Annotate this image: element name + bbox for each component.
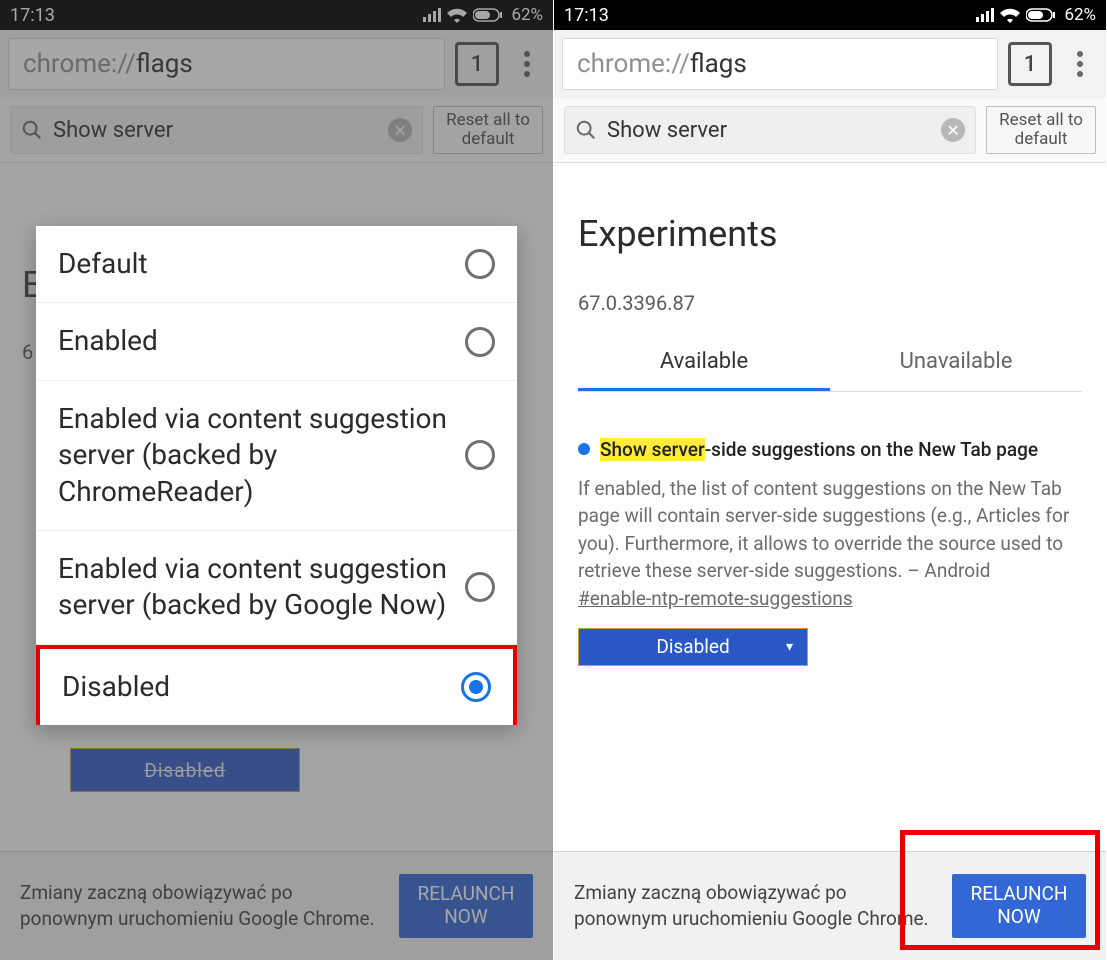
radio-icon bbox=[465, 327, 495, 357]
option-enabled[interactable]: Enabled bbox=[36, 303, 517, 380]
tab-switcher-button[interactable]: 1 bbox=[1008, 42, 1052, 86]
option-disabled[interactable]: Disabled bbox=[36, 645, 517, 725]
flags-search-row: Show server ✕ Reset all todefault bbox=[554, 98, 1106, 163]
right-screenshot: 17:13 62% chrome://flags 1 Show server ✕ bbox=[553, 0, 1106, 960]
flag-hash-link[interactable]: #enable-ntp-remote-suggestions bbox=[578, 587, 1082, 610]
wifi-icon bbox=[1000, 8, 1020, 23]
battery-icon bbox=[1026, 8, 1056, 22]
relaunch-bar: Zmiany zaczną obowiązywać po ponownym ur… bbox=[554, 851, 1106, 960]
modified-dot-icon bbox=[578, 443, 590, 455]
relaunch-text: Zmiany zaczną obowiązywać po ponownym ur… bbox=[574, 880, 942, 931]
flags-content: Experiments 67.0.3396.87 Available Unava… bbox=[554, 163, 1106, 863]
relaunch-button[interactable]: RELAUNCH NOW bbox=[952, 874, 1086, 938]
option-enabled-googlenow[interactable]: Enabled via content suggestion server (b… bbox=[36, 531, 517, 645]
radio-icon bbox=[465, 572, 495, 602]
battery-pct: 62% bbox=[1064, 5, 1096, 25]
flag-item: Show server-side suggestions on the New … bbox=[578, 436, 1082, 666]
reset-all-button[interactable]: Reset all todefault bbox=[986, 106, 1096, 154]
more-menu-button[interactable] bbox=[1062, 51, 1098, 77]
page-title: Experiments bbox=[578, 213, 1082, 255]
flag-description: If enabled, the list of content suggesti… bbox=[578, 475, 1082, 585]
tabs: Available Unavailable bbox=[578, 335, 1082, 392]
flag-dropdown-value: Disabled bbox=[656, 635, 729, 658]
tab-available[interactable]: Available bbox=[578, 335, 830, 391]
search-input[interactable]: Show server ✕ bbox=[564, 106, 976, 154]
url-scheme: chrome:// bbox=[577, 49, 690, 79]
search-query: Show server bbox=[607, 118, 931, 143]
flag-title-highlight: Show server bbox=[600, 438, 705, 461]
option-default[interactable]: Default bbox=[36, 226, 517, 303]
flag-title-rest: -side suggestions on the New Tab page bbox=[705, 438, 1038, 461]
option-dialog: Default Enabled Enabled via content sugg… bbox=[36, 226, 517, 725]
version-text: 67.0.3396.87 bbox=[578, 291, 1082, 315]
search-icon bbox=[575, 119, 597, 141]
url-path: flags bbox=[690, 49, 747, 79]
url-input[interactable]: chrome://flags bbox=[562, 38, 998, 90]
radio-icon bbox=[465, 440, 495, 470]
address-bar-row: chrome://flags 1 bbox=[554, 30, 1106, 98]
tab-unavailable[interactable]: Unavailable bbox=[830, 335, 1082, 391]
radio-icon bbox=[465, 249, 495, 279]
status-time: 17:13 bbox=[564, 5, 609, 26]
signal-icon bbox=[976, 8, 994, 22]
status-bar: 17:13 62% bbox=[554, 0, 1106, 30]
flag-dropdown[interactable]: Disabled bbox=[578, 628, 808, 666]
clear-search-icon[interactable]: ✕ bbox=[941, 118, 965, 142]
radio-icon bbox=[461, 672, 491, 702]
left-screenshot: 17:13 62% chrome://flags 1 Show server ✕ bbox=[0, 0, 553, 960]
flag-title: Show server-side suggestions on the New … bbox=[578, 436, 1082, 465]
option-enabled-chromereader[interactable]: Enabled via content suggestion server (b… bbox=[36, 381, 517, 531]
